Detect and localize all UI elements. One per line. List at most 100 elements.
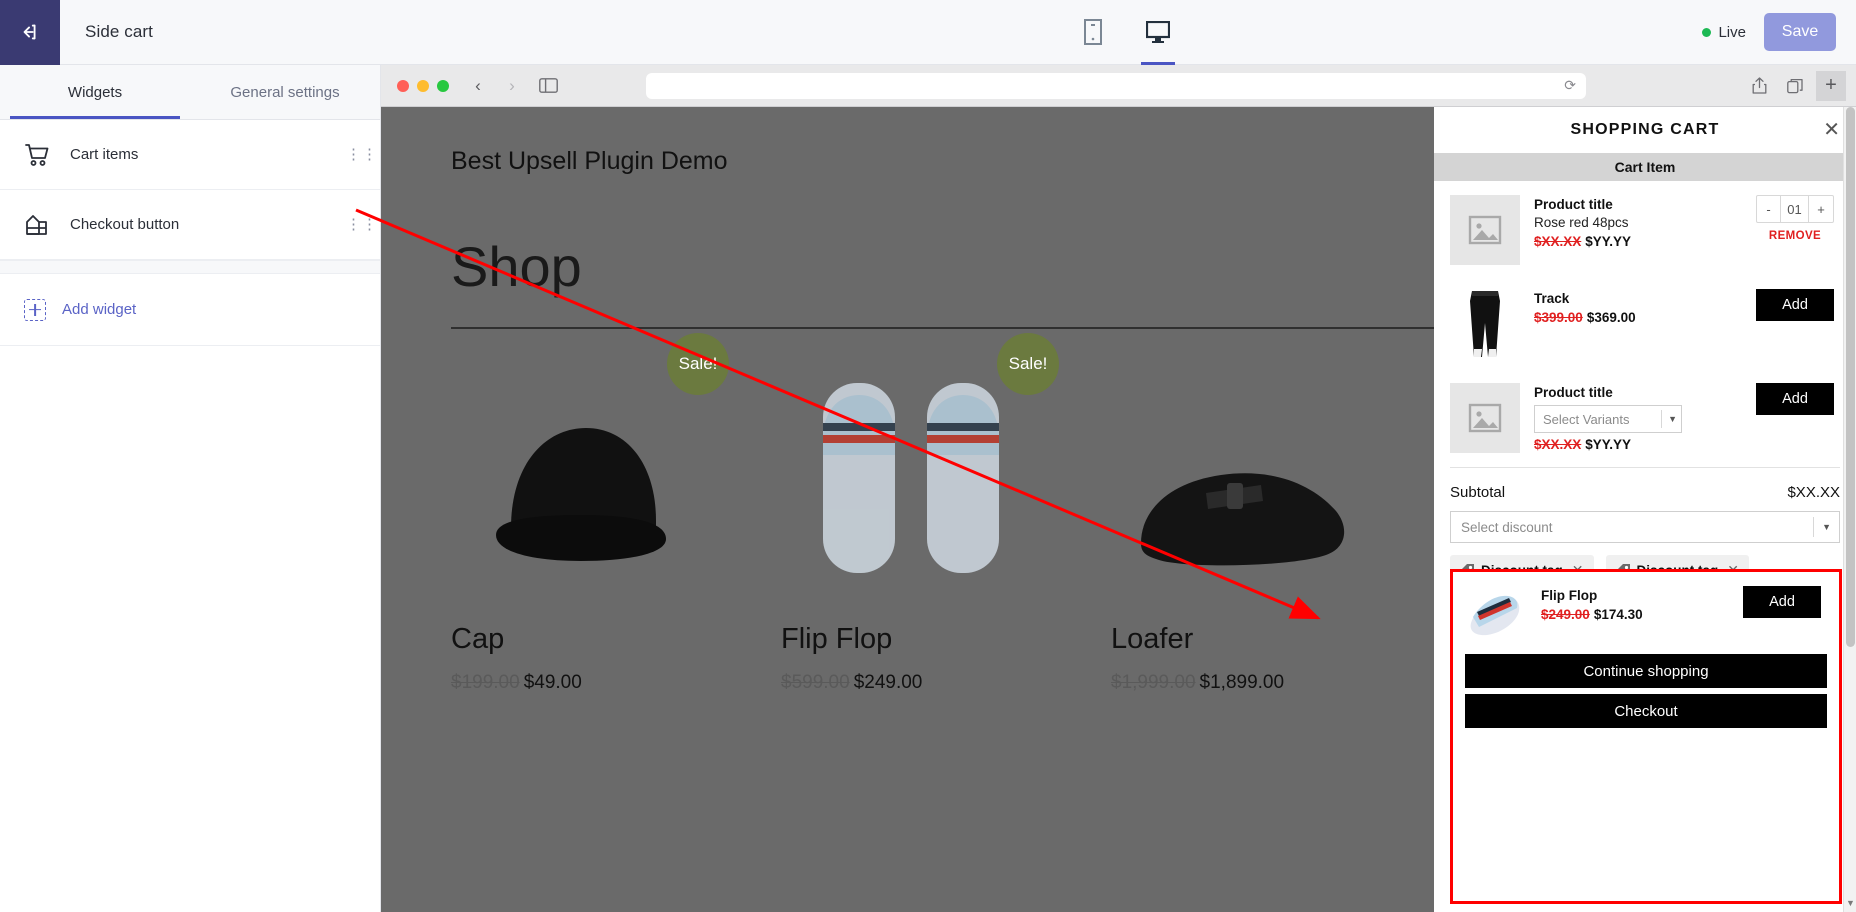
panel-divider xyxy=(0,260,380,274)
remove-button[interactable]: REMOVE xyxy=(1769,230,1821,242)
product-card-loafer[interactable]: Loafer $1,999.00 $1,899.00 xyxy=(1111,343,1371,694)
url-bar[interactable]: ⟳ xyxy=(646,72,1586,99)
select-divider xyxy=(1661,410,1663,428)
track-pants-image xyxy=(1450,289,1520,359)
cart-item-new-price: $369.00 xyxy=(1586,310,1636,325)
drag-handle[interactable]: ⋮⋮ xyxy=(346,217,377,232)
cart-item-list: Product title Rose red 48pcs $XX.XX $YY.Y… xyxy=(1434,181,1856,463)
tab-overview-icon xyxy=(1787,78,1803,93)
cart-item-controls: Add xyxy=(1750,383,1840,415)
tab-general-settings[interactable]: General settings xyxy=(190,65,380,119)
cart-item-title: Track xyxy=(1534,291,1570,306)
product-new-price: $249.00 xyxy=(853,672,923,693)
sale-badge: Sale! xyxy=(997,333,1059,395)
minimize-window-icon[interactable] xyxy=(417,79,429,92)
sidebar-toggle-icon xyxy=(538,78,558,93)
cart-item-subtitle: Rose red 48pcs xyxy=(1534,215,1629,230)
cart-item-info: Product title Rose red 48pcs $XX.XX $YY.Y… xyxy=(1534,195,1736,249)
reload-icon[interactable]: ⟳ xyxy=(1564,77,1576,94)
flip-flop-image xyxy=(1465,586,1527,642)
cart-item-price: $399.00 $369.00 xyxy=(1534,310,1736,325)
back-button[interactable] xyxy=(0,0,60,65)
cap-image: Sale! xyxy=(451,333,729,611)
new-tab-button[interactable]: + xyxy=(1816,70,1846,101)
widget-item-cart-items[interactable]: Cart items ⋮⋮ xyxy=(0,120,380,190)
highlight-region: Flip Flop $249.00 $174.30 Add Continue sh… xyxy=(1450,569,1842,904)
browser-chrome: ‹ › ⟳ + xyxy=(381,65,1856,107)
checkout-button[interactable]: Checkout xyxy=(1465,694,1827,728)
cart-item-controls: Add xyxy=(1750,289,1840,321)
loafer-image xyxy=(1111,343,1371,611)
upsell-row: Flip Flop $249.00 $174.30 Add xyxy=(1465,580,1827,654)
scrollbar-thumb[interactable] xyxy=(1846,107,1855,647)
share-icon xyxy=(1752,77,1766,94)
close-icon[interactable]: ✕ xyxy=(1823,120,1840,140)
cart-item-old-price: $399.00 xyxy=(1534,310,1583,325)
share-button[interactable] xyxy=(1744,74,1774,98)
upsell-controls: Add xyxy=(1737,586,1827,618)
discount-select[interactable]: Select discount ▼ xyxy=(1450,511,1840,543)
sidebar-toggle-button[interactable] xyxy=(533,74,563,98)
page-title: Side cart xyxy=(85,22,153,41)
product-name: Loafer xyxy=(1111,623,1194,655)
close-window-icon[interactable] xyxy=(397,79,409,92)
device-toggle-group xyxy=(441,0,1702,65)
quantity-stepper[interactable]: - 01 + xyxy=(1756,195,1834,223)
product-old-price: $1,999.00 xyxy=(1111,672,1196,693)
product-card-cap[interactable]: Sale! Cap $199.00 $49.00 xyxy=(451,333,729,694)
discount-placeholder: Select discount xyxy=(1461,519,1553,535)
variant-placeholder: Select Variants xyxy=(1543,411,1630,427)
cart-item-info: Product title Select Variants ▼ $XX.XX $… xyxy=(1534,383,1736,452)
cart-item-controls: - 01 + REMOVE xyxy=(1750,195,1840,242)
top-bar-actions: Live Save xyxy=(1702,13,1856,51)
live-dot-icon xyxy=(1702,27,1712,37)
desktop-view-button[interactable] xyxy=(1135,0,1181,65)
placeholder-image-icon xyxy=(1450,383,1520,453)
save-button[interactable]: Save xyxy=(1764,13,1836,51)
browser-forward-button[interactable]: › xyxy=(499,73,525,99)
live-status: Live xyxy=(1702,24,1746,41)
product-old-price: $199.00 xyxy=(451,672,520,693)
upsell-old-price: $249.00 xyxy=(1541,607,1590,622)
quantity-increase-button[interactable]: + xyxy=(1809,196,1833,222)
add-button[interactable]: Add xyxy=(1756,383,1834,415)
cart-item-new-price: $YY.YY xyxy=(1585,437,1632,452)
cart-item-old-price: $XX.XX xyxy=(1534,437,1582,452)
scroll-down-icon[interactable]: ▼ xyxy=(1846,898,1855,908)
tab-widgets[interactable]: Widgets xyxy=(0,65,190,119)
cart-scrollbar[interactable]: ▼ xyxy=(1843,107,1856,912)
add-button[interactable]: Add xyxy=(1756,289,1834,321)
chrome-actions: + xyxy=(1744,70,1846,101)
panel-tabs: Widgets General settings xyxy=(0,65,380,120)
quantity-decrease-button[interactable]: - xyxy=(1757,196,1781,222)
placeholder-image-icon xyxy=(1450,195,1520,265)
product-card-flip-flop[interactable]: Sale! Flip Flop $599.00 $249.00 xyxy=(781,333,1059,694)
continue-shopping-button[interactable]: Continue shopping xyxy=(1465,654,1827,688)
cart-row: Track $399.00 $369.00 Add xyxy=(1450,275,1840,369)
cart-row: Product title Rose red 48pcs $XX.XX $YY.Y… xyxy=(1450,181,1840,275)
checkout-button-icon xyxy=(24,213,54,237)
zoom-window-icon[interactable] xyxy=(437,79,449,92)
variant-select[interactable]: Select Variants ▼ xyxy=(1534,405,1682,433)
live-label: Live xyxy=(1718,23,1746,41)
add-widget-button[interactable]: Add widget xyxy=(0,274,380,346)
top-bar: Side cart Live Save xyxy=(0,0,1856,65)
product-price: $1,999.00 $1,899.00 xyxy=(1111,672,1371,694)
cart-item-info: Track $399.00 $369.00 xyxy=(1534,289,1736,325)
drag-handle[interactable]: ⋮⋮ xyxy=(346,147,377,162)
browser-back-button[interactable]: ‹ xyxy=(465,73,491,99)
subtotal-value: $XX.XX xyxy=(1787,484,1840,501)
traffic-lights xyxy=(391,79,457,92)
product-price: $599.00 $249.00 xyxy=(781,672,1041,694)
widget-label: Checkout button xyxy=(70,216,180,233)
widget-item-checkout-button[interactable]: Checkout button ⋮⋮ xyxy=(0,190,380,260)
mobile-view-button[interactable] xyxy=(1073,0,1113,65)
widget-label: Cart items xyxy=(70,146,139,163)
add-button[interactable]: Add xyxy=(1743,586,1821,618)
cart-item-price: $XX.XX $YY.YY xyxy=(1534,234,1736,249)
cart-item-price: $XX.XX $YY.YY xyxy=(1534,437,1736,452)
product-name: Flip Flop xyxy=(781,623,893,655)
add-plus-icon xyxy=(24,298,46,321)
tab-overview-button[interactable] xyxy=(1780,74,1810,98)
product-old-price: $599.00 xyxy=(781,672,850,693)
